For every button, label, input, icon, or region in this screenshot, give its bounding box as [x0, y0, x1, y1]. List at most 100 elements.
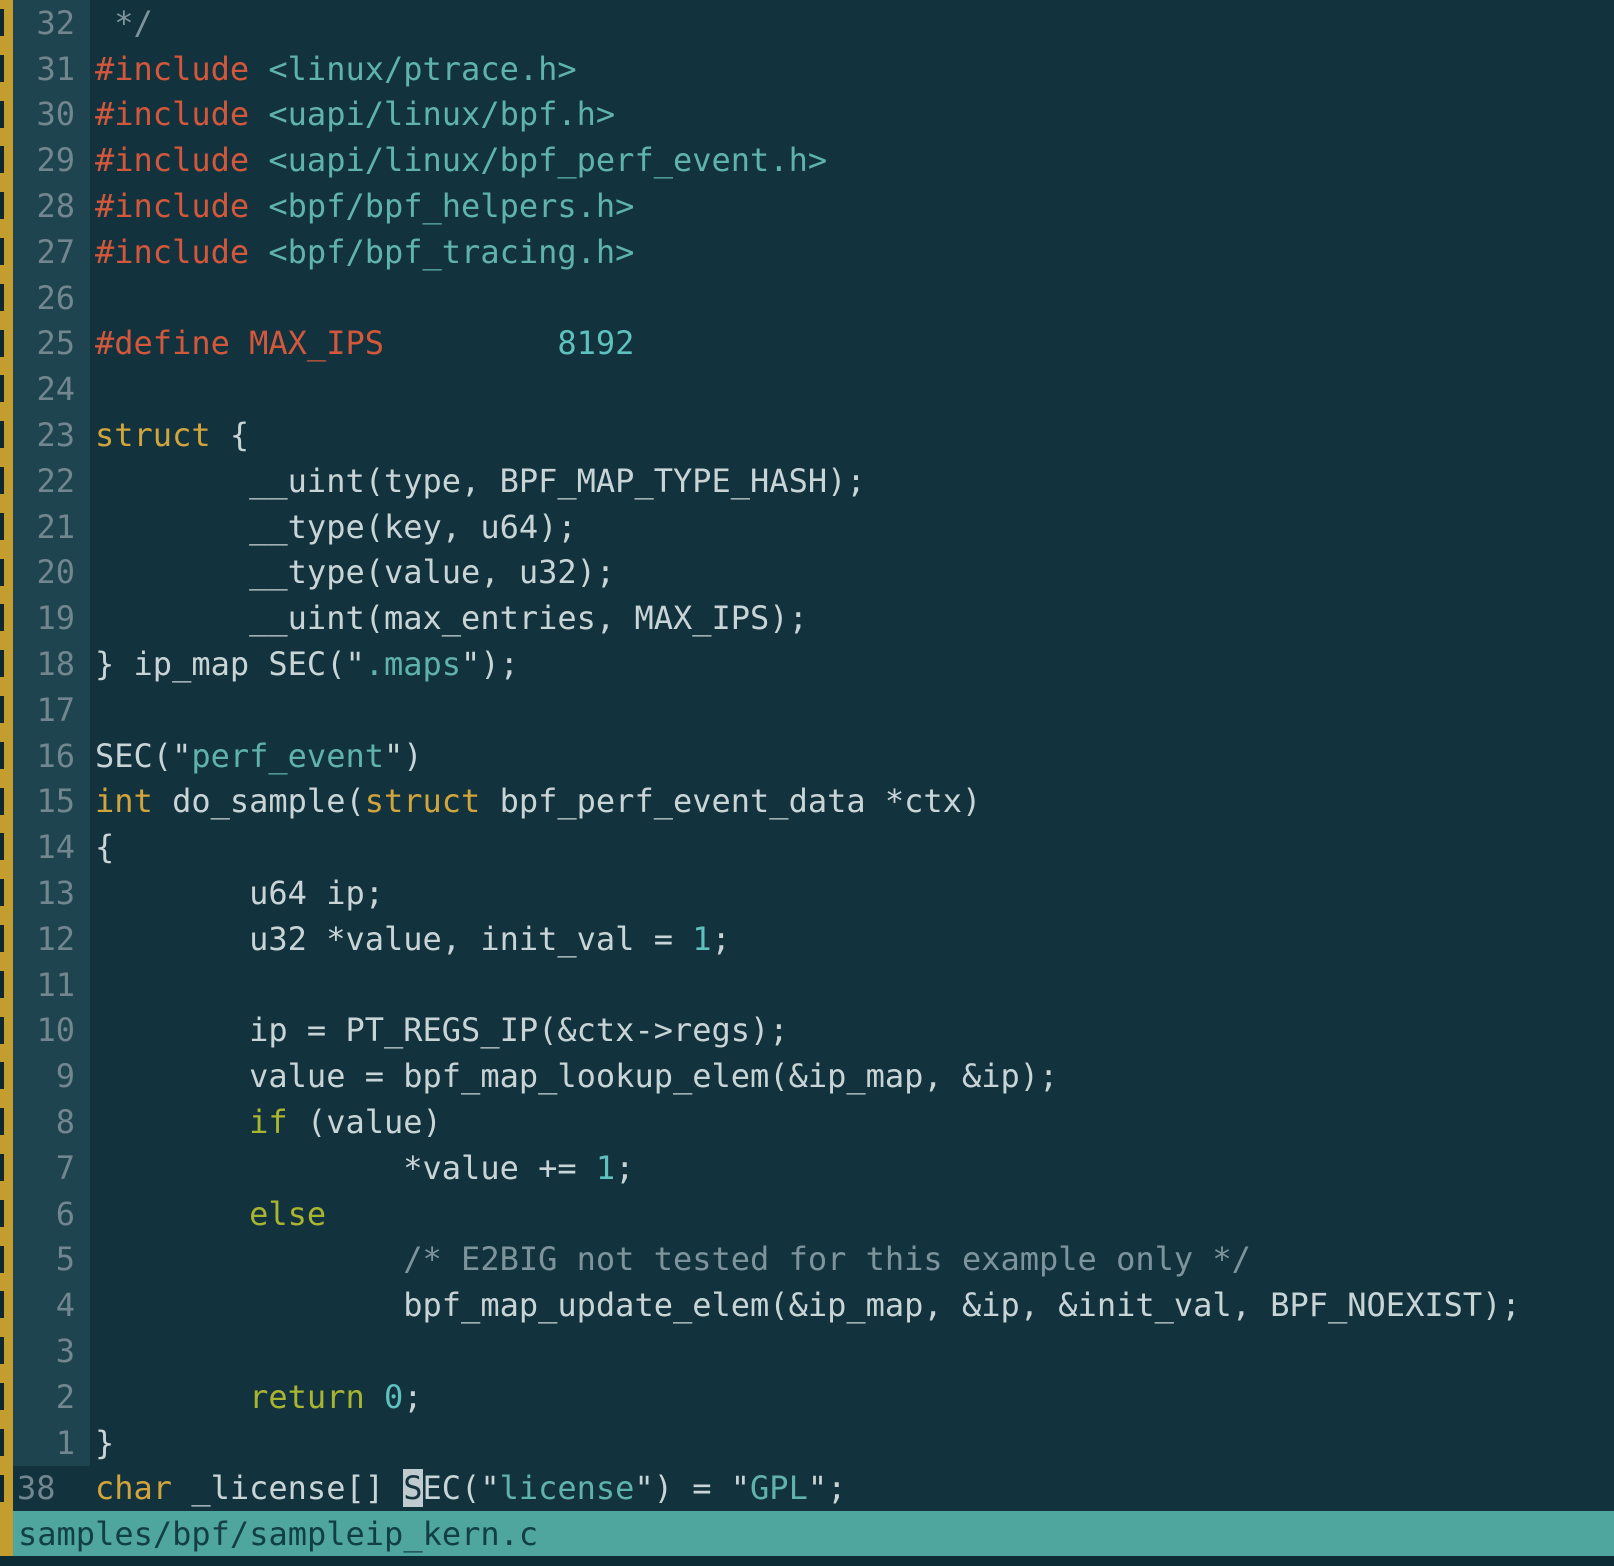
code-line[interactable]: 32 */	[0, 0, 1614, 46]
code-segment-fg: ;	[615, 1149, 634, 1187]
code-line[interactable]: 13 u64 ip;	[0, 870, 1614, 916]
code-line[interactable]: 19 __uint(max_entries, MAX_IPS);	[0, 595, 1614, 641]
code-line[interactable]: 10 ip = PT_REGS_IP(&ctx->regs);	[0, 1008, 1614, 1054]
line-number: 29	[13, 137, 90, 183]
code-segment-fg: _license[]	[172, 1469, 403, 1507]
code-segment-fg: ") = "	[634, 1469, 750, 1507]
code-line[interactable]: 38 char _license[] SEC("license") = "GPL…	[0, 1466, 1614, 1512]
code-line-text: __uint(type, BPF_MAP_TYPE_HASH);	[90, 462, 1614, 500]
code-line[interactable]: 11	[0, 962, 1614, 1008]
code-line[interactable]: 22 __uint(type, BPF_MAP_TYPE_HASH);	[0, 458, 1614, 504]
line-number: 32	[13, 0, 90, 46]
line-number: 15	[13, 779, 90, 825]
code-segment-fg: value = bpf_map_lookup_elem(&ip_map, &ip…	[95, 1057, 1058, 1095]
code-segment-flow: else	[249, 1195, 326, 1233]
code-segment-fg: __type(value, u32);	[95, 553, 615, 591]
code-line[interactable]: 20 __type(value, u32);	[0, 550, 1614, 596]
code-line[interactable]: 4 bpf_map_update_elem(&ip_map, &ip, &ini…	[0, 1282, 1614, 1328]
code-segment-fg: __uint(max_entries, MAX_IPS);	[95, 599, 808, 637]
line-number: 8	[13, 1099, 90, 1145]
code-segment-number: 1	[596, 1149, 615, 1187]
code-line[interactable]: 15 int do_sample(struct bpf_perf_event_d…	[0, 779, 1614, 825]
code-line-text: */	[90, 4, 1614, 42]
code-line-text: u32 *value, init_val = 1;	[90, 920, 1614, 958]
code-segment-fg	[365, 1378, 384, 1416]
code-line[interactable]: 14 {	[0, 824, 1614, 870]
code-line[interactable]: 8 if (value)	[0, 1099, 1614, 1145]
code-line-text: #include <uapi/linux/bpf.h>	[90, 95, 1614, 133]
code-line[interactable]: 26	[0, 275, 1614, 321]
code-line[interactable]: 25 #define MAX_IPS 8192	[0, 321, 1614, 367]
code-line-text: #include <linux/ptrace.h>	[90, 50, 1614, 88]
line-number: 3	[13, 1328, 90, 1374]
line-number: 21	[13, 504, 90, 550]
git-change-sign-icon	[0, 1008, 13, 1054]
code-line[interactable]: 5 /* E2BIG not tested for this example o…	[0, 1237, 1614, 1283]
code-segment-type: int	[95, 782, 153, 820]
line-number: 13	[13, 870, 90, 916]
code-segment-fg	[249, 50, 268, 88]
line-number: 27	[13, 229, 90, 275]
line-number: 10	[13, 1008, 90, 1054]
git-change-sign-icon	[0, 1053, 13, 1099]
git-change-sign-icon	[0, 366, 13, 412]
code-buffer[interactable]: 32 */ 31 #include <linux/ptrace.h> 30 #i…	[0, 0, 1614, 1511]
line-number: 26	[13, 275, 90, 321]
line-number: 31	[13, 46, 90, 92]
git-change-sign-icon	[0, 1420, 13, 1466]
code-line-text: /* E2BIG not tested for this example onl…	[90, 1240, 1614, 1278]
code-segment-fg	[249, 233, 268, 271]
git-change-sign-icon	[0, 1374, 13, 1420]
code-segment-string: .maps	[365, 645, 461, 683]
code-line[interactable]: 29 #include <uapi/linux/bpf_perf_event.h…	[0, 137, 1614, 183]
status-bar-filename: samples/bpf/sampleip_kern.c	[13, 1515, 538, 1553]
code-line[interactable]: 18 } ip_map SEC(".maps");	[0, 641, 1614, 687]
code-line[interactable]: 23 struct {	[0, 412, 1614, 458]
git-change-sign-icon	[0, 916, 13, 962]
code-segment-fg: } ip_map SEC("	[95, 645, 365, 683]
code-line[interactable]: 7 *value += 1;	[0, 1145, 1614, 1191]
code-line[interactable]: 31 #include <linux/ptrace.h>	[0, 46, 1614, 92]
git-change-sign-icon	[0, 779, 13, 825]
line-number: 1	[13, 1420, 90, 1466]
code-line[interactable]: 2 return 0;	[0, 1374, 1614, 1420]
code-segment-comment: */	[95, 4, 153, 42]
code-segment-fg: *value +=	[95, 1149, 596, 1187]
line-number: 19	[13, 595, 90, 641]
line-number: 22	[13, 458, 90, 504]
code-segment-number: 8192	[557, 324, 634, 362]
code-line-text: __type(key, u64);	[90, 508, 1614, 546]
git-change-sign-icon	[0, 321, 13, 367]
git-change-sign-icon	[0, 687, 13, 733]
code-segment-preproc: #include	[95, 141, 249, 179]
line-number: 7	[13, 1145, 90, 1191]
git-change-sign-icon	[0, 1237, 13, 1283]
code-segment-string: license	[500, 1469, 635, 1507]
git-change-sign-icon	[0, 824, 13, 870]
code-segment-comment: /* E2BIG not tested for this example onl…	[95, 1240, 1251, 1278]
code-line[interactable]: 3	[0, 1328, 1614, 1374]
code-line[interactable]: 9 value = bpf_map_lookup_elem(&ip_map, &…	[0, 1053, 1614, 1099]
git-change-sign-icon	[0, 1328, 13, 1374]
line-number: 2	[13, 1374, 90, 1420]
code-line[interactable]: 1 }	[0, 1420, 1614, 1466]
code-line[interactable]: 6 else	[0, 1191, 1614, 1237]
code-line[interactable]: 12 u32 *value, init_val = 1;	[0, 916, 1614, 962]
code-line[interactable]: 16 SEC("perf_event")	[0, 733, 1614, 779]
code-line-text: }	[90, 1424, 1614, 1462]
code-line[interactable]: 30 #include <uapi/linux/bpf.h>	[0, 92, 1614, 138]
code-line[interactable]: 21 __type(key, u64);	[0, 504, 1614, 550]
code-segment-number: 1	[692, 920, 711, 958]
line-number: 28	[13, 183, 90, 229]
code-line-text: __type(value, u32);	[90, 553, 1614, 591]
code-line[interactable]: 24	[0, 366, 1614, 412]
code-line[interactable]: 27 #include <bpf/bpf_tracing.h>	[0, 229, 1614, 275]
code-segment-fg: ";	[808, 1469, 847, 1507]
code-segment-string: <uapi/linux/bpf_perf_event.h>	[268, 141, 827, 179]
code-line[interactable]: 28 #include <bpf/bpf_helpers.h>	[0, 183, 1614, 229]
code-segment-string: perf_event	[191, 737, 384, 775]
code-segment-fg: __uint(type, BPF_MAP_TYPE_HASH);	[95, 462, 866, 500]
line-number: 24	[13, 366, 90, 412]
git-change-sign-icon	[0, 550, 13, 596]
code-line[interactable]: 17	[0, 687, 1614, 733]
